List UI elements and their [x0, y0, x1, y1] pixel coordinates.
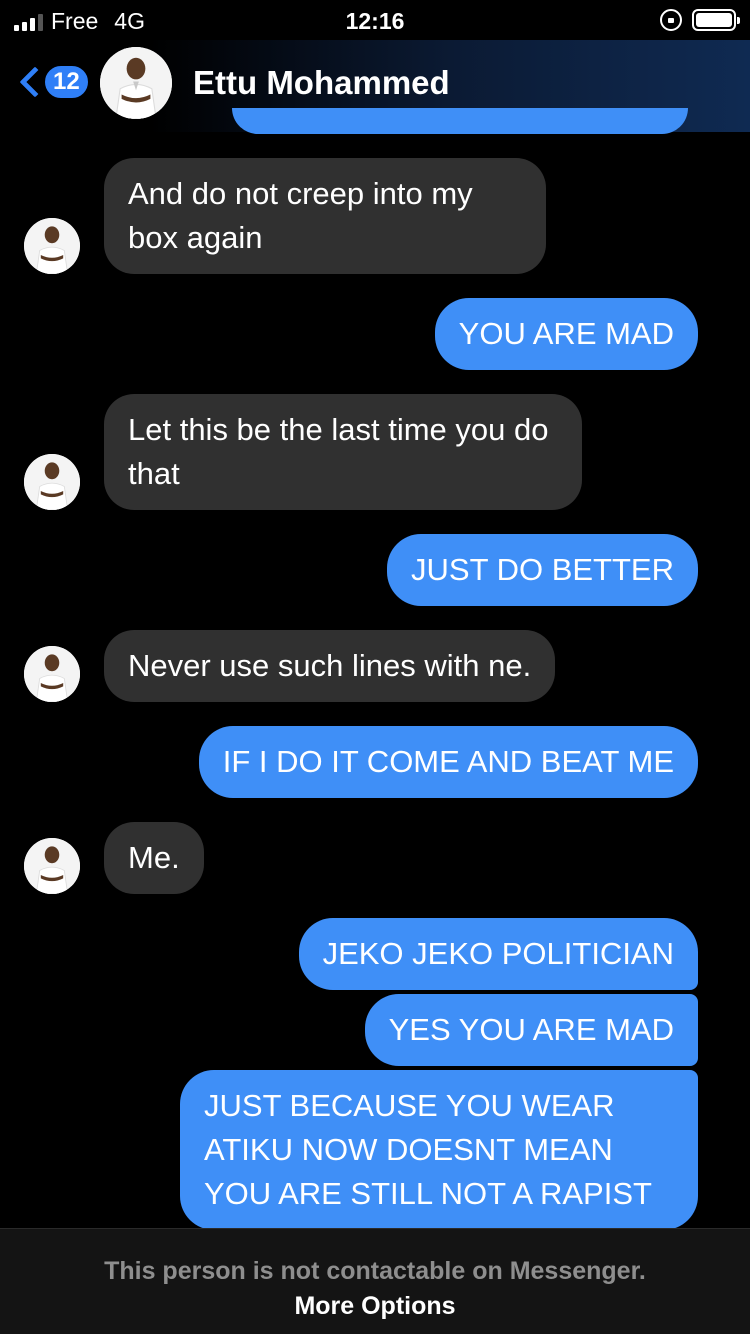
- incoming-message[interactable]: Me.: [104, 822, 204, 894]
- status-time: 12:16: [345, 8, 405, 34]
- sender-avatar[interactable]: [24, 454, 80, 510]
- contact-avatar[interactable]: [100, 47, 172, 119]
- outgoing-message[interactable]: YOU ARE MAD: [434, 298, 698, 370]
- incoming-message[interactable]: Let this be the last time you do that: [104, 394, 582, 510]
- screen-rotation-lock-icon: [660, 9, 682, 31]
- more-options-button[interactable]: More Options: [294, 1292, 455, 1321]
- not-contactable-notice: This person is not contactable on Messen…: [104, 1257, 646, 1285]
- outgoing-message[interactable]: YES YOU ARE MAD: [364, 994, 698, 1066]
- sender-avatar[interactable]: [24, 218, 80, 274]
- outgoing-message[interactable]: JEKO JEKO POLITICIAN: [298, 918, 698, 990]
- incoming-message[interactable]: And do not creep into my box again: [104, 158, 546, 274]
- outgoing-message[interactable]: JUST BECAUSE YOU WEAR ATIKU NOW DOESNT M…: [180, 1070, 698, 1230]
- outgoing-message[interactable]: IF I DO IT COME AND BEAT ME: [198, 726, 698, 798]
- incoming-message[interactable]: Never use such lines with ne.: [104, 630, 556, 702]
- back-button[interactable]: 12: [14, 64, 90, 100]
- previous-message-edge: [232, 108, 688, 134]
- status-bar: Free 4G 12:16: [0, 0, 750, 40]
- messenger-screen: Free 4G 12:16 12 Ettu Mohammed And do no…: [0, 0, 750, 1334]
- battery-icon: [692, 9, 740, 31]
- contact-name[interactable]: Ettu Mohammed: [193, 64, 450, 102]
- status-right: [660, 9, 740, 31]
- composer-disabled-footer: This person is not contactable on Messen…: [0, 1228, 750, 1334]
- sender-avatar[interactable]: [24, 838, 80, 894]
- sender-avatar[interactable]: [24, 646, 80, 702]
- outgoing-message[interactable]: JUST DO BETTER: [387, 534, 698, 606]
